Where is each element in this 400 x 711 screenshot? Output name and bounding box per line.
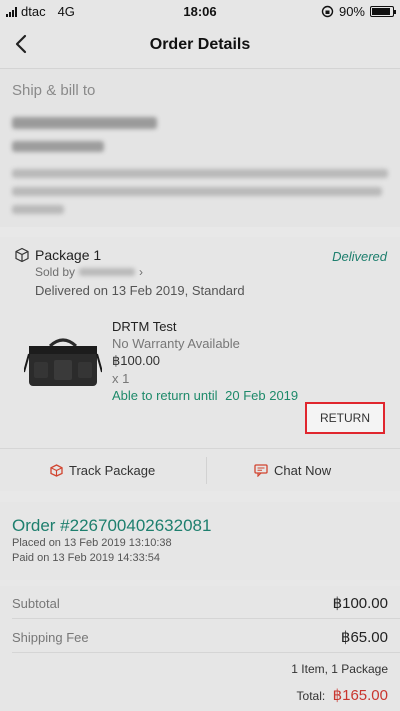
package-header: Package 1 Sold by › Delivered on 13 Feb … [14, 247, 245, 298]
track-package-button[interactable]: Track Package [50, 449, 155, 492]
total-row: Total: ฿165.00 [297, 686, 388, 704]
status-right: 90% [321, 4, 396, 19]
subtotal-row: Subtotal ฿100.00 [12, 595, 388, 612]
chevron-right-icon: › [139, 265, 144, 279]
shipping-row: Shipping Fee ฿65.00 [12, 629, 388, 646]
ship-bill-section: Ship & bill to [0, 69, 400, 227]
status-bar: dtac 4G 18:06 90% [0, 0, 400, 22]
actions-divider [206, 457, 207, 484]
items-summary: 1 Item, 1 Package [291, 662, 388, 676]
order-paid: Paid on 13 Feb 2019 14:33:54 [12, 552, 161, 564]
order-info: Order #226700402632081 Placed on 13 Feb … [0, 502, 400, 580]
total-value: ฿165.00 [332, 687, 388, 704]
sold-by-label: Sold by [35, 265, 76, 279]
delivery-status: Delivered [332, 249, 387, 264]
return-until-label: Able to return until [112, 388, 218, 403]
blurred-address-line [12, 187, 382, 196]
package-actions: Track Package Chat Now [0, 448, 400, 492]
chat-now-button[interactable]: Chat Now [254, 449, 331, 492]
nav-bar: Order Details [0, 22, 400, 69]
subtotal-value: ฿100.00 [332, 595, 388, 612]
package-label: Package 1 [35, 247, 102, 263]
battery-icon [370, 6, 396, 17]
package-box-icon [15, 247, 29, 263]
battery-percent: 90% [338, 4, 365, 19]
ship-heading: Ship & bill to [12, 82, 96, 99]
battery-fill [372, 8, 390, 15]
subtotal-label: Subtotal [12, 596, 60, 611]
chat-icon [254, 464, 268, 477]
track-package-icon [50, 464, 63, 477]
orientation-lock-icon [321, 5, 334, 18]
divider [12, 652, 400, 653]
return-until-date: 20 Feb 2019 [225, 388, 299, 403]
blurred-address-line [12, 205, 64, 214]
seller-row[interactable]: Sold by › [35, 265, 245, 279]
blurred-seller-name [79, 268, 136, 276]
shipping-value: ฿65.00 [340, 629, 388, 646]
blurred-phone [12, 141, 104, 152]
product-name[interactable]: DRTM Test [112, 319, 298, 334]
return-button[interactable]: RETURN [305, 402, 385, 434]
blurred-recipient-name [12, 117, 157, 129]
page-title: Order Details [149, 36, 251, 53]
shipping-label: Shipping Fee [12, 630, 89, 645]
package-card: Package 1 Sold by › Delivered on 13 Feb … [0, 237, 400, 491]
chat-now-label: Chat Now [274, 463, 332, 478]
divider [12, 618, 400, 619]
product-image-laptop-bag[interactable] [24, 332, 102, 394]
order-placed: Placed on 13 Feb 2019 13:10:38 [12, 537, 172, 549]
product-quantity: x 1 [112, 371, 130, 386]
track-package-label: Track Package [69, 463, 156, 478]
order-number: Order #226700402632081 [12, 516, 212, 535]
total-label: Total: [296, 689, 326, 703]
delivered-on: Delivered on 13 Feb 2019, Standard [35, 283, 245, 298]
product-price: ฿100.00 [112, 353, 161, 368]
order-totals: Subtotal ฿100.00 Shipping Fee ฿65.00 1 I… [0, 586, 400, 711]
blurred-address-line [12, 169, 388, 178]
product-warranty: No Warranty Available [112, 336, 240, 351]
product-info: DRTM Test No Warranty Available ฿100.00 … [112, 319, 298, 405]
return-window: Able to return until 20 Feb 2019 [112, 388, 298, 403]
